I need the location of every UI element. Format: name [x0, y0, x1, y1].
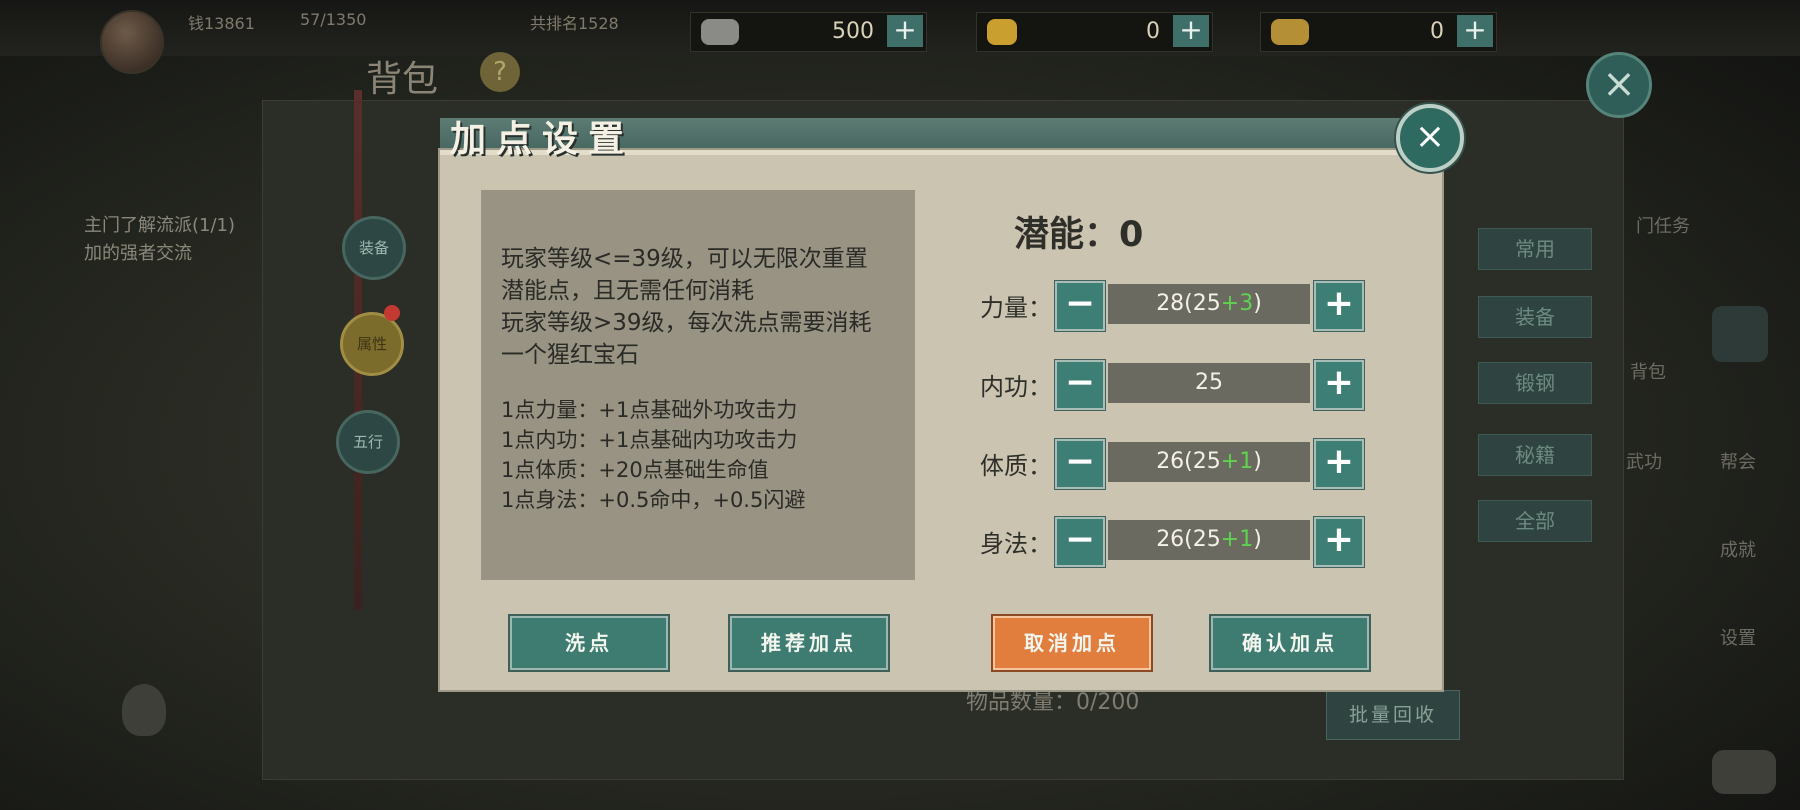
player-avatar[interactable] — [100, 10, 164, 74]
meditate-icon[interactable] — [122, 684, 166, 736]
agility-minus-button[interactable]: − — [1055, 517, 1105, 567]
category-equipment[interactable]: 装备 — [1478, 296, 1592, 338]
add-silver-button[interactable]: + — [887, 15, 923, 47]
resource-gold-ingot-value: 0 — [1430, 19, 1444, 44]
category-manual[interactable]: 秘籍 — [1478, 434, 1592, 476]
bag-title: 背包 — [366, 59, 439, 100]
cancel-points-button[interactable]: 取消加点 — [993, 616, 1151, 670]
constitution-value-main: 26(25 — [1156, 449, 1221, 474]
top-stat-1: 钱13861 — [188, 14, 255, 33]
potential-points: 潜能：0 — [1014, 215, 1144, 255]
right-menu-kungfu[interactable]: 武功 — [1626, 448, 1662, 474]
info-rule-line-1: 玩家等级<=39级，可以无限次重置 — [501, 246, 868, 272]
constitution-value: 26(25+1) — [1108, 442, 1310, 482]
constitution-value-close: ) — [1253, 449, 1262, 474]
notification-dot — [384, 305, 400, 321]
dialog-title: 加点设置 — [450, 118, 635, 160]
stat-label-strength: 力量： — [980, 294, 1052, 322]
info-effect-strength: 1点力量：+1点基础外功攻击力 — [501, 398, 798, 422]
info-rule-line-3: 玩家等级>39级，每次洗点需要消耗 — [501, 310, 872, 336]
confirm-points-button[interactable]: 确认加点 — [1211, 616, 1369, 670]
top-stat-2: 57/1350 — [300, 10, 367, 29]
gold-bar-icon — [987, 19, 1017, 45]
recommend-points-button[interactable]: 推荐加点 — [730, 616, 888, 670]
strength-minus-button[interactable]: − — [1055, 281, 1105, 331]
top-stat-4: 共排名1528 — [530, 14, 619, 33]
category-forge[interactable]: 锻钢 — [1478, 362, 1592, 404]
tab-attributes[interactable]: 属性 — [340, 312, 404, 376]
info-rule-line-2: 潜能点，且无需任何消耗 — [501, 278, 754, 304]
category-common[interactable]: 常用 — [1478, 228, 1592, 270]
right-menu-bag[interactable]: 背包 — [1630, 358, 1666, 384]
add-gold-bar-button[interactable]: + — [1173, 15, 1209, 47]
resource-gold-bar-value: 0 — [1146, 19, 1160, 44]
stat-label-agility: 身法： — [980, 530, 1052, 558]
silver-ingot-icon — [701, 19, 739, 45]
strength-value-bonus: +3 — [1220, 291, 1254, 316]
resource-silver: 500 + — [690, 12, 927, 52]
category-all[interactable]: 全部 — [1478, 500, 1592, 542]
resource-silver-value: 500 — [832, 19, 874, 44]
grid-menu-icon[interactable] — [1712, 306, 1768, 362]
inner-power-value-main: 25 — [1195, 370, 1223, 395]
inner-power-minus-button[interactable]: − — [1055, 360, 1105, 410]
strength-value-main: 28(25 — [1156, 291, 1221, 316]
tab-equipment[interactable]: 装备 — [342, 216, 406, 280]
quest-line-1: 主门了解流派(1/1) — [84, 215, 236, 236]
agility-value: 26(25+1) — [1108, 520, 1310, 560]
stat-label-constitution: 体质： — [980, 452, 1052, 480]
gold-ingot-icon — [1271, 19, 1309, 45]
info-rule-line-4: 一个猩红宝石 — [501, 342, 639, 368]
strength-value: 28(25+3) — [1108, 284, 1310, 324]
constitution-value-bonus: +1 — [1220, 449, 1254, 474]
right-menu-achievement[interactable]: 成就 — [1720, 536, 1756, 562]
strength-plus-button[interactable]: + — [1314, 281, 1364, 331]
bulk-recycle-button[interactable]: 批量回收 — [1326, 690, 1460, 740]
info-effect-inner: 1点内功：+1点基础内功攻击力 — [501, 428, 798, 452]
constitution-minus-button[interactable]: − — [1055, 439, 1105, 489]
right-menu-quest[interactable]: 门任务 — [1636, 212, 1690, 238]
inner-power-value: 25 — [1108, 363, 1310, 403]
agility-value-main: 26(25 — [1156, 527, 1221, 552]
mount-icon[interactable] — [1712, 750, 1776, 794]
reset-points-button[interactable]: 洗点 — [510, 616, 668, 670]
right-menu-guild[interactable]: 帮会 — [1720, 448, 1756, 474]
help-icon[interactable]: ? — [480, 52, 520, 92]
resource-gold-bar: 0 + — [976, 12, 1213, 52]
strength-value-close: ) — [1253, 291, 1262, 316]
info-effect-constitution: 1点体质：+20点基础生命值 — [501, 458, 769, 482]
agility-value-bonus: +1 — [1220, 527, 1254, 552]
agility-plus-button[interactable]: + — [1314, 517, 1364, 567]
add-gold-ingot-button[interactable]: + — [1457, 15, 1493, 47]
constitution-plus-button[interactable]: + — [1314, 439, 1364, 489]
info-effect-agility: 1点身法：+0.5命中，+0.5闪避 — [501, 488, 806, 512]
right-menu-settings[interactable]: 设置 — [1720, 624, 1756, 650]
resource-gold-ingot: 0 + — [1260, 12, 1497, 52]
dialog-close-icon[interactable]: × — [1396, 104, 1464, 172]
tab-five-elements[interactable]: 五行 — [336, 410, 400, 474]
quest-line-2: 加的强者交流 — [84, 243, 192, 264]
agility-value-close: ) — [1253, 527, 1262, 552]
quest-tracker[interactable]: 主门了解流派(1/1) 加的强者交流 — [84, 212, 235, 268]
bag-close-icon[interactable]: × — [1586, 52, 1652, 118]
stat-label-inner-power: 内功： — [980, 373, 1052, 401]
inner-power-plus-button[interactable]: + — [1314, 360, 1364, 410]
